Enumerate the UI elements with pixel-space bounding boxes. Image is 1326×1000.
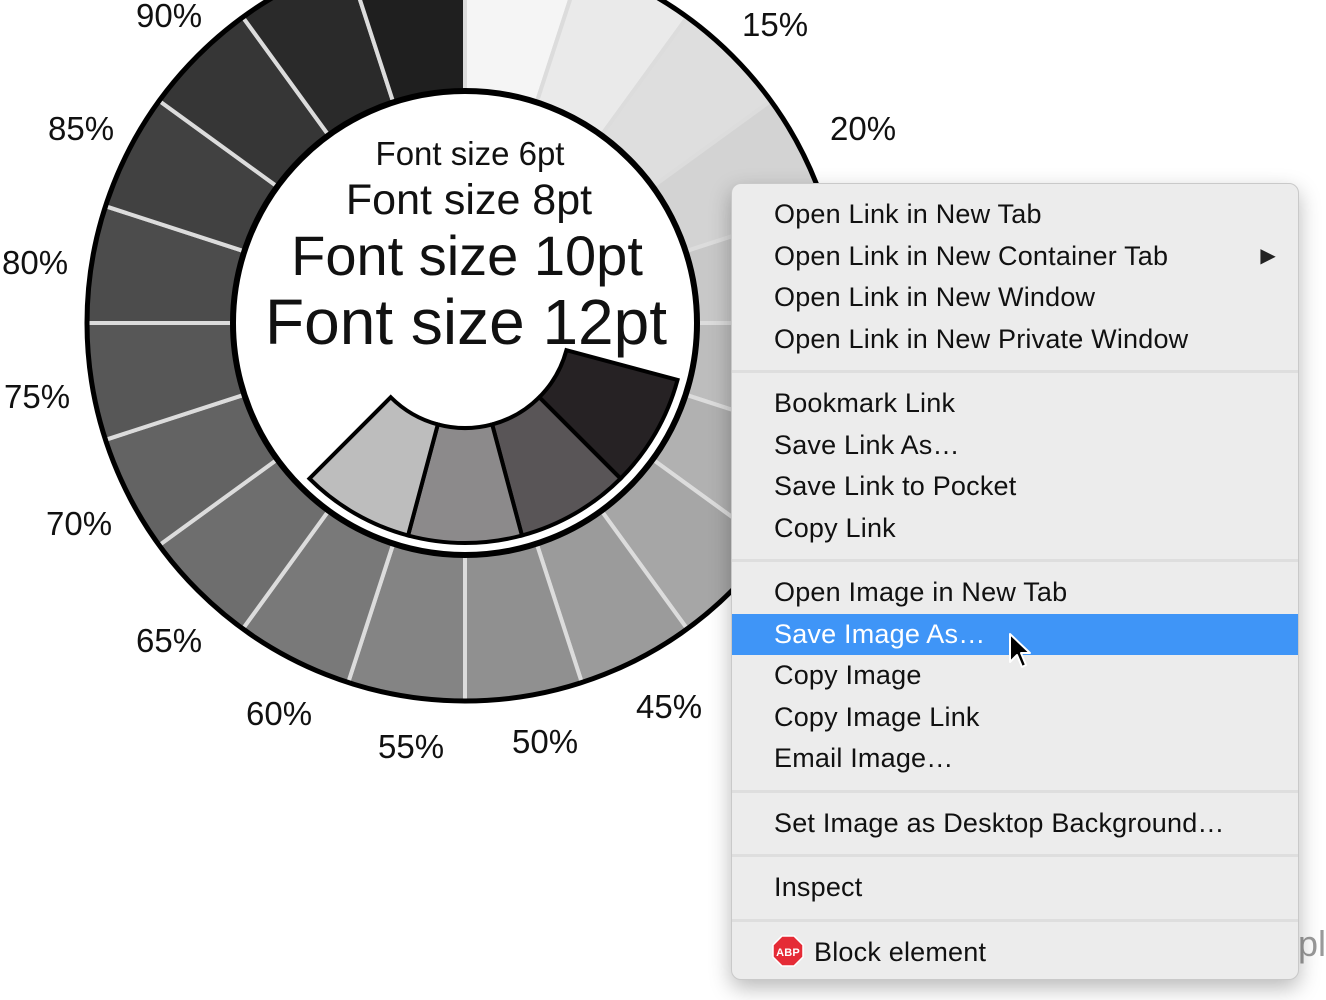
svg-text:ABP: ABP xyxy=(776,947,800,959)
menu-item-open-link-in-new-container-tab[interactable]: Open Link in New Container Tab ▶ xyxy=(732,236,1298,278)
menu-separator xyxy=(732,780,1298,803)
percent-label: 85% xyxy=(48,110,114,147)
menu-item-email-image[interactable]: Email Image… xyxy=(732,738,1298,780)
menu-item-label: Copy Link xyxy=(774,512,896,543)
menu-item-label: Open Image in New Tab xyxy=(774,577,1068,607)
submenu-arrow-icon: ▶ xyxy=(1260,244,1276,267)
menu-item-set-image-as-desktop-background[interactable]: Set Image as Desktop Background… xyxy=(732,803,1298,845)
menu-item-save-link-as[interactable]: Save Link As… xyxy=(732,425,1298,467)
menu-item-label: Open Link in New Private Window xyxy=(774,323,1189,354)
font-sample-10pt: Font size 10pt xyxy=(291,224,643,287)
menu-item-block-element[interactable]: ABP Block element xyxy=(732,932,1298,974)
percent-label: 45% xyxy=(636,688,702,725)
menu-item-open-link-in-new-tab[interactable]: Open Link in New Tab xyxy=(732,194,1298,236)
menu-item-label: Save Image As… xyxy=(774,618,986,649)
menu-item-label: Copy Image xyxy=(774,660,922,690)
mouse-pointer-icon xyxy=(1009,633,1031,668)
percent-label: 90% xyxy=(136,0,202,34)
menu-separator xyxy=(732,549,1298,572)
menu-item-label: Block element xyxy=(814,936,987,967)
percent-label: 70% xyxy=(46,505,112,542)
menu-item-open-link-in-new-private-window[interactable]: Open Link in New Private Window xyxy=(732,319,1298,361)
menu-item-label: Bookmark Link xyxy=(774,388,956,418)
background-text-fragment: pl xyxy=(1298,923,1326,964)
menu-separator xyxy=(732,844,1298,867)
menu-item-label: Save Link to Pocket xyxy=(774,471,1017,501)
percent-label: 75% xyxy=(4,378,70,415)
menu-separator xyxy=(732,360,1298,383)
font-sample-8pt: Font size 8pt xyxy=(346,176,592,224)
menu-item-inspect[interactable]: Inspect xyxy=(732,867,1298,909)
menu-item-label: Email Image… xyxy=(774,743,954,773)
font-sample-6pt: Font size 6pt xyxy=(376,135,565,172)
percent-label: 65% xyxy=(136,622,202,659)
menu-separator xyxy=(732,909,1298,932)
percent-label: 20% xyxy=(830,110,896,147)
menu-item-open-link-in-new-window[interactable]: Open Link in New Window xyxy=(732,277,1298,319)
menu-item-label: Copy Image Link xyxy=(774,701,980,732)
menu-item-label: Open Link in New Container Tab xyxy=(774,240,1169,271)
percent-label: 55% xyxy=(378,728,444,765)
menu-item-label: Save Link As… xyxy=(774,429,960,460)
abp-stop-sign-icon: ABP xyxy=(772,935,804,968)
font-sample-12pt: Font size 12pt xyxy=(265,286,667,358)
menu-item-copy-link[interactable]: Copy Link xyxy=(732,508,1298,550)
percent-label: 60% xyxy=(246,695,312,732)
menu-item-save-link-to-pocket[interactable]: Save Link to Pocket xyxy=(732,466,1298,508)
percent-label: 15% xyxy=(742,6,808,43)
menu-item-label: Inspect xyxy=(774,872,863,902)
menu-item-open-image-in-new-tab[interactable]: Open Image in New Tab xyxy=(732,572,1298,614)
percent-label: 80% xyxy=(2,244,68,281)
percent-label: 50% xyxy=(512,723,578,760)
menu-item-copy-image-link[interactable]: Copy Image Link xyxy=(732,697,1298,739)
context-menu: Open Link in New Tab Open Link in New Con… xyxy=(731,183,1299,980)
menu-item-label: Set Image as Desktop Background… xyxy=(774,807,1225,838)
menu-item-label: Open Link in New Window xyxy=(774,282,1096,312)
menu-item-label: Open Link in New Tab xyxy=(774,199,1042,229)
menu-item-bookmark-link[interactable]: Bookmark Link xyxy=(732,383,1298,425)
